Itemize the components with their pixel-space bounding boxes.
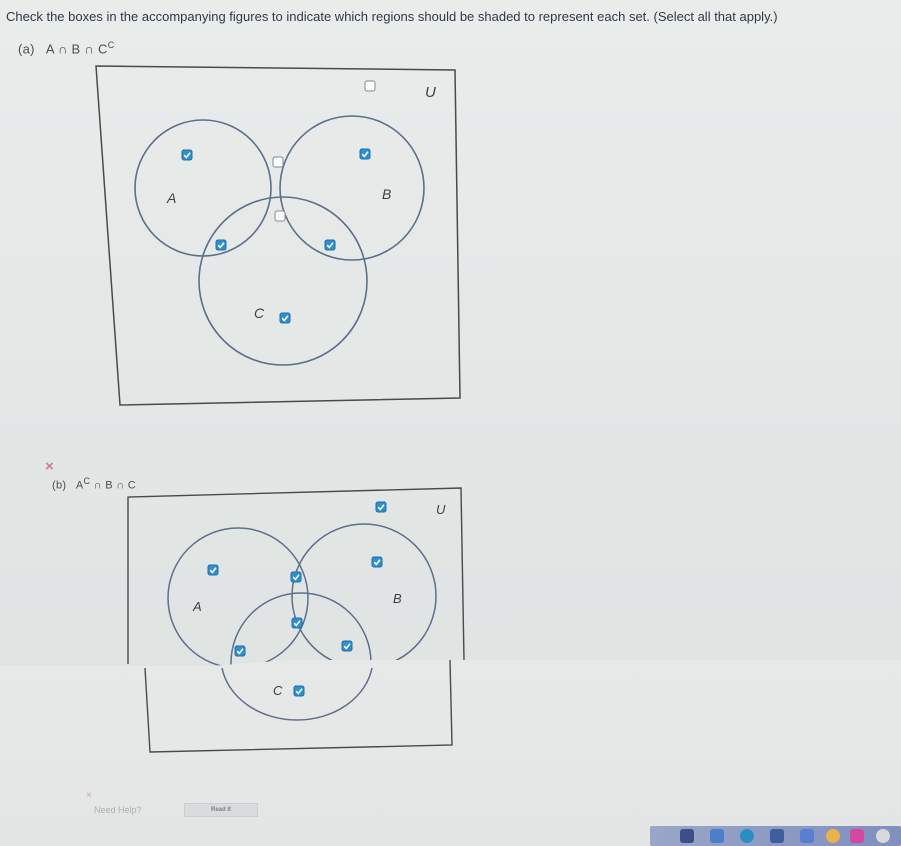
read-it-button[interactable]: Read It: [184, 803, 258, 817]
app-icon-6[interactable]: [826, 829, 840, 843]
edge-icon[interactable]: [740, 829, 754, 843]
label-c-b: C: [273, 683, 283, 698]
need-help-label: Need Help?: [94, 805, 142, 815]
chrome-icon[interactable]: [876, 829, 890, 843]
checkbox-c-only-b[interactable]: [293, 685, 305, 697]
app-icon-4[interactable]: [770, 829, 784, 843]
universe-frame-b-lower: [144, 659, 453, 753]
checkbox-square: [293, 685, 305, 697]
help-wrong-icon: ×: [86, 790, 92, 801]
taskbar: [650, 826, 901, 846]
app-icon-1[interactable]: [680, 829, 694, 843]
app-icon-2[interactable]: [710, 829, 724, 843]
venn-diagram-b-lower: C: [0, 0, 901, 846]
app-icon-7[interactable]: [850, 829, 864, 843]
venn-svg-b-lower: C: [144, 659, 453, 753]
app-icon-5[interactable]: [800, 829, 814, 843]
